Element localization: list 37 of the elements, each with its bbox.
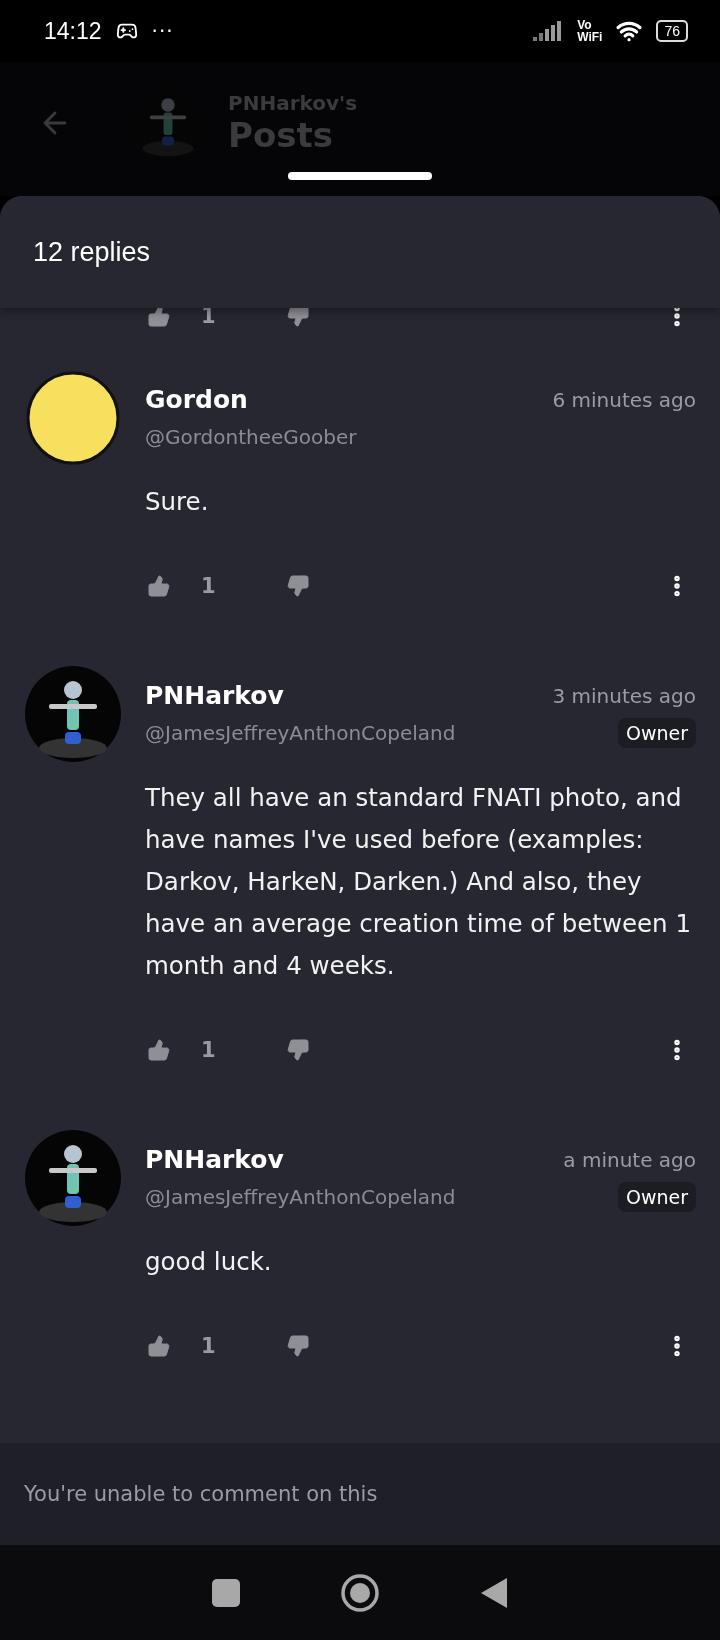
- like-count: 1: [201, 1038, 216, 1062]
- comment-text: Sure.: [145, 486, 210, 518]
- author-name: Gordon: [145, 384, 248, 416]
- thumbs-up-icon[interactable]: [147, 1334, 171, 1358]
- signal-icon: [533, 21, 564, 41]
- comment-time: 6 minutes ago: [552, 388, 696, 412]
- comment-time: 3 minutes ago: [552, 684, 696, 708]
- status-time: 14:12: [44, 17, 102, 45]
- thumbs-up-icon[interactable]: [147, 574, 171, 598]
- recents-icon[interactable]: [212, 1578, 240, 1607]
- comment-time: a minute ago: [563, 1148, 696, 1172]
- author-handle: @GordontheeGoober: [145, 424, 357, 451]
- comment-text: good luck.: [145, 1246, 273, 1278]
- comment-disabled-notice: You're unable to comment on this: [24, 1482, 378, 1506]
- home-icon[interactable]: [340, 1572, 380, 1613]
- author-handle: @JamesJeffreyAnthonCopeland: [145, 720, 456, 747]
- battery-level: 76: [656, 20, 688, 42]
- thumbs-down-icon[interactable]: [285, 574, 310, 598]
- replies-count: 12 replies: [33, 236, 151, 268]
- drag-handle[interactable]: [288, 172, 432, 180]
- author-handle: @JamesJeffreyAnthonCopeland: [145, 1184, 456, 1211]
- comment-text: They all have an standard FNATI photo, and have names I've used before (examples: Darkov, HarkeN, Darken.) And also, they have an average creation time of between 1 month and 4 weeks.: [145, 782, 692, 982]
- thumbs-down-icon[interactable]: [285, 1334, 310, 1358]
- owner-badge: Owner: [617, 718, 696, 748]
- thumbs-up-icon[interactable]: [147, 308, 171, 328]
- back-nav-icon[interactable]: [480, 1576, 508, 1609]
- like-count: 1: [201, 308, 216, 328]
- owner-badge: Owner: [617, 1182, 696, 1212]
- vowifi-label: Vo WiFi: [577, 19, 603, 43]
- more-notifications: ···: [151, 19, 174, 43]
- thumbs-down-icon[interactable]: [285, 308, 310, 328]
- thumbs-down-icon[interactable]: [285, 1038, 310, 1062]
- author-name: PNHarkov: [145, 680, 284, 712]
- like-count: 1: [201, 1334, 216, 1358]
- thumbs-up-icon[interactable]: [147, 1038, 171, 1062]
- author-name: PNHarkov: [145, 1144, 284, 1176]
- like-count: 1: [201, 574, 216, 598]
